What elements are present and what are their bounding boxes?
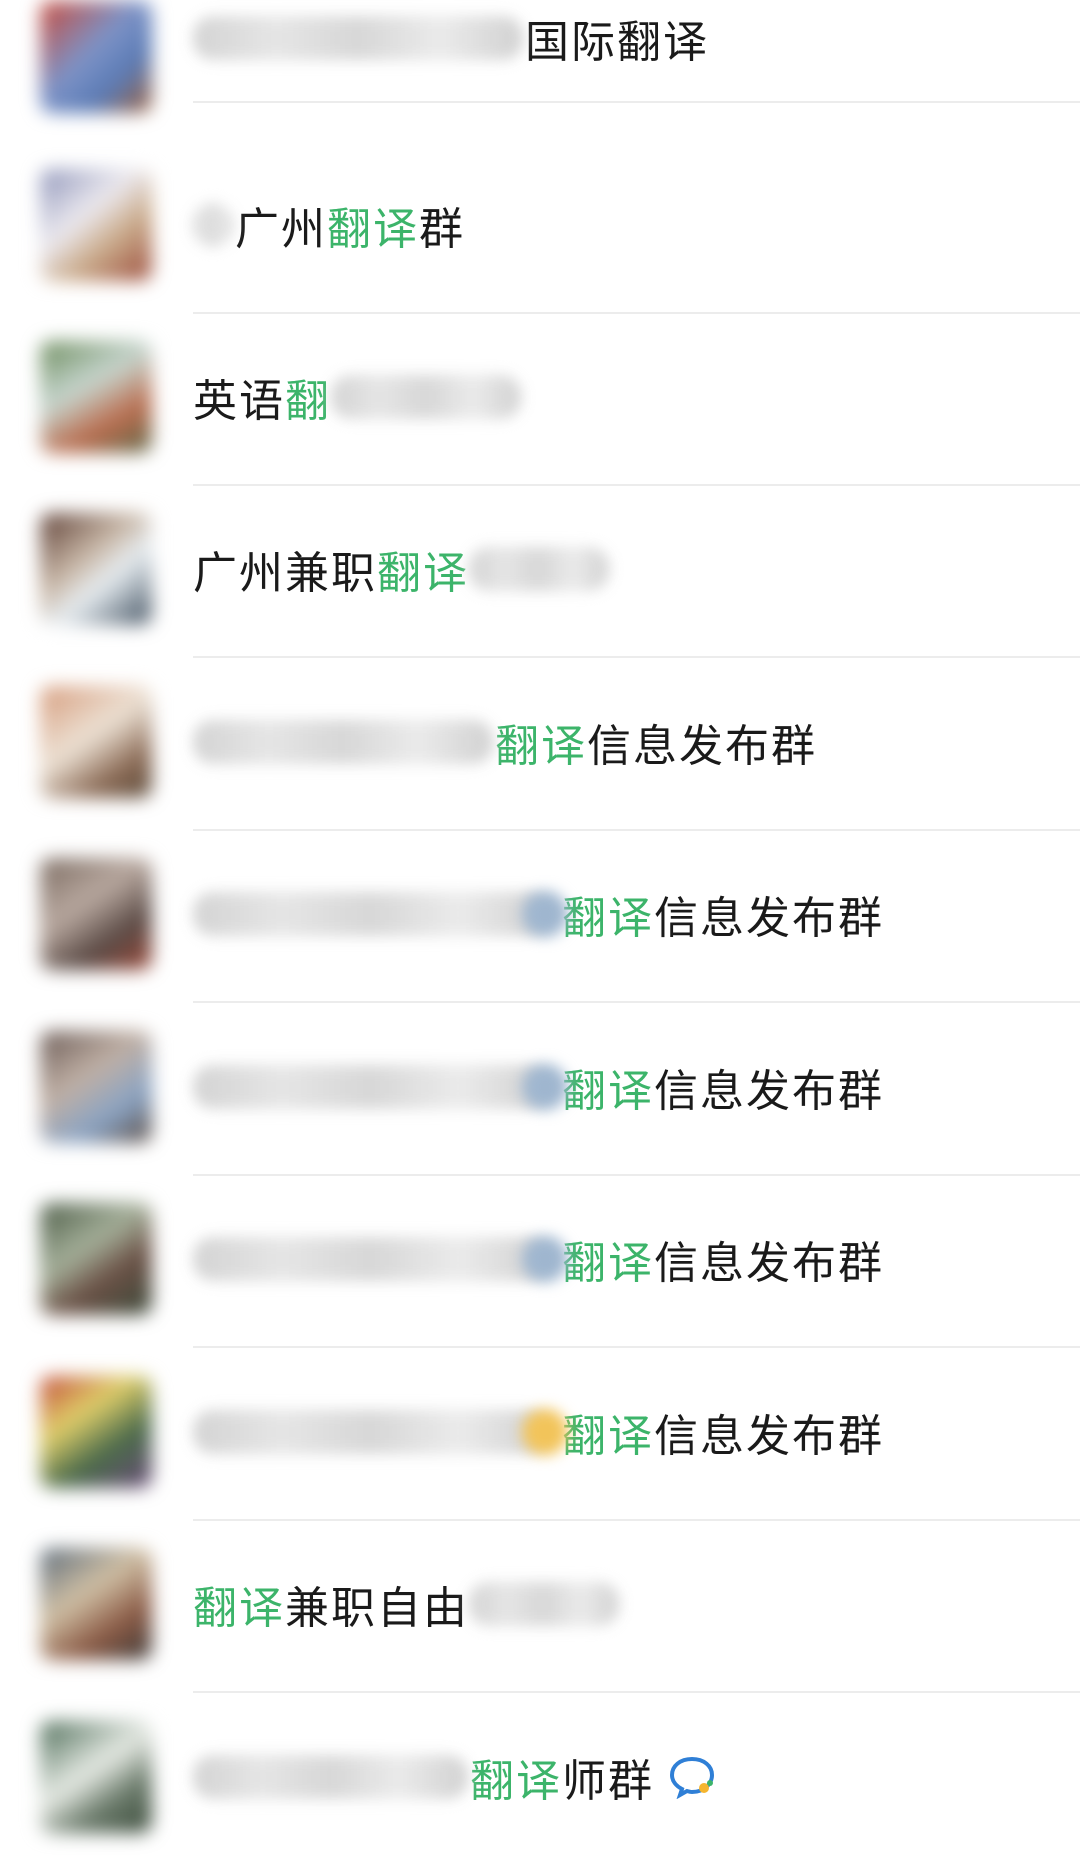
highlight-keyword: 翻译 — [193, 1582, 285, 1634]
group-name-text: 信息发布群 — [654, 1065, 884, 1117]
blurred-emoji-icon — [522, 1063, 568, 1110]
group-name: 翻译 信息发布群 — [193, 1227, 884, 1291]
redacted-text — [193, 16, 523, 60]
group-name: 广州兼职 翻译 — [193, 537, 611, 601]
group-result-row[interactable]: 翻译 信息发布群 — [0, 1000, 1080, 1176]
group-avatar — [40, 168, 152, 281]
group-result-row[interactable]: 翻译 师群 — [0, 1690, 1080, 1863]
group-result-row[interactable]: 翻译 信息发布群 — [0, 655, 1080, 831]
highlight-keyword: 翻 — [285, 375, 331, 427]
group-name-text: 信息发布群 — [654, 1237, 884, 1289]
redacted-text — [193, 1064, 548, 1109]
group-result-row[interactable]: 翻译 兼职自由 — [0, 1517, 1080, 1693]
group-avatar — [40, 512, 152, 625]
redacted-text — [193, 1754, 468, 1799]
group-avatar — [40, 1547, 152, 1660]
group-avatar — [40, 1720, 152, 1833]
group-name-text: 师群 — [562, 1755, 654, 1807]
group-result-row[interactable]: 翻译 信息发布群 — [0, 1172, 1080, 1348]
group-name: 英语翻 — [193, 365, 523, 429]
group-name-text: 群 — [419, 203, 465, 255]
group-name-text: 信息发布群 — [587, 720, 817, 772]
group-avatar — [40, 1202, 152, 1315]
redacted-text — [469, 1581, 619, 1626]
group-name-text: 信息发布群 — [654, 1410, 884, 1462]
highlight-keyword: 翻译 — [562, 1237, 654, 1289]
highlight-keyword: 翻译 — [562, 892, 654, 944]
group-avatar — [40, 0, 152, 113]
redacted-text — [193, 202, 233, 247]
group-result-row[interactable]: 国际翻译 — [0, 0, 1080, 143]
highlight-keyword: 翻译 — [470, 1755, 562, 1807]
group-name: 国际翻译 — [193, 6, 709, 70]
group-name-text: 英语 — [193, 375, 285, 427]
blurred-emoji-icon — [522, 1235, 568, 1282]
group-result-row[interactable]: 翻译 信息发布群 — [0, 1345, 1080, 1521]
redacted-text — [193, 719, 493, 764]
group-name: 翻译 兼职自由 — [193, 1572, 621, 1636]
group-name: 翻译 师群 — [193, 1745, 716, 1809]
group-name-text: 广州 — [235, 203, 327, 255]
group-name: 翻译 信息发布群 — [193, 1400, 884, 1464]
highlight-keyword: 翻译 — [327, 203, 419, 255]
enterprise-chat-icon — [669, 1756, 715, 1799]
group-name-text: 信息发布群 — [654, 892, 884, 944]
group-avatar — [40, 857, 152, 970]
group-name: 翻译 信息发布群 — [193, 1055, 884, 1119]
group-name: 广州 翻译群 — [193, 193, 465, 257]
highlight-keyword: 翻译 — [377, 547, 469, 599]
blurred-emoji-icon — [522, 1408, 568, 1455]
redacted-text — [193, 1409, 548, 1454]
divider — [193, 101, 1080, 103]
redacted-text — [193, 891, 548, 936]
group-result-row[interactable]: 翻译 信息发布群 — [0, 827, 1080, 1003]
highlight-keyword: 翻译 — [562, 1065, 654, 1117]
group-name-text: 广州兼职 — [193, 547, 377, 599]
group-name: 翻译 信息发布群 — [193, 882, 884, 946]
group-result-row[interactable]: 英语翻 — [0, 310, 1080, 486]
redacted-text — [331, 374, 521, 419]
group-search-results-list: 国际翻译 广州 翻译群 英语翻 广州兼职 翻译 翻译 信息发布群 翻译 信息发布… — [0, 0, 1080, 1869]
group-avatar — [40, 340, 152, 453]
blurred-emoji-icon — [522, 890, 568, 937]
group-avatar — [40, 685, 152, 798]
group-name: 翻译 信息发布群 — [193, 710, 817, 774]
group-avatar — [40, 1030, 152, 1143]
group-result-row[interactable]: 广州兼职 翻译 — [0, 482, 1080, 658]
highlight-keyword: 翻译 — [562, 1410, 654, 1462]
redacted-text — [193, 1236, 548, 1281]
group-name-text: 国际翻译 — [525, 17, 709, 68]
group-result-row[interactable]: 广州 翻译群 — [0, 138, 1080, 314]
group-avatar — [40, 1375, 152, 1488]
group-name-text: 兼职自由 — [285, 1582, 469, 1634]
highlight-keyword: 翻译 — [495, 720, 587, 772]
redacted-text — [469, 546, 609, 591]
